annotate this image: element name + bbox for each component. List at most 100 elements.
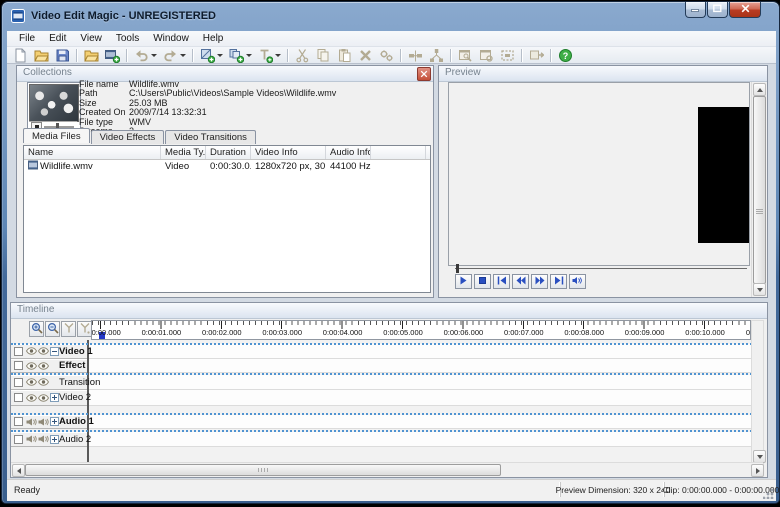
open-collection-button[interactable]	[82, 46, 101, 64]
trim-left-button[interactable]	[61, 321, 76, 337]
column-header-name[interactable]: Name	[24, 146, 161, 159]
eye-icon[interactable]	[37, 347, 49, 355]
timeline-header[interactable]: Timeline	[11, 303, 767, 319]
help-button[interactable]: ?	[556, 46, 575, 64]
scroll-thumb[interactable]	[25, 464, 501, 476]
stop-button[interactable]	[474, 274, 491, 289]
volume-button[interactable]	[569, 274, 586, 289]
speaker-icon[interactable]	[37, 435, 49, 443]
new-file-button[interactable]	[11, 46, 30, 64]
redo-button[interactable]	[161, 46, 188, 64]
track-checkbox[interactable]	[14, 361, 23, 370]
track-lane-video-1[interactable]	[89, 344, 751, 359]
transition-window-button[interactable]	[477, 46, 496, 64]
eye-icon[interactable]	[25, 378, 37, 386]
timeline-ruler[interactable]: 0:00:00.0000:00:01.0000:00:02.0000:00:03…	[91, 320, 751, 340]
menu-window[interactable]: Window	[146, 32, 196, 45]
speaker-icon[interactable]	[25, 418, 37, 426]
forward-button[interactable]	[531, 274, 548, 289]
track-expander[interactable]	[50, 393, 59, 402]
track-checkbox[interactable]	[14, 435, 23, 444]
add-media-button[interactable]	[103, 46, 122, 64]
export-button[interactable]	[527, 46, 546, 64]
menu-help[interactable]: Help	[196, 32, 231, 45]
preview-seek-slider[interactable]	[455, 268, 747, 269]
column-header-duration[interactable]: Duration	[206, 146, 251, 159]
track-header-transition[interactable]: Transition	[11, 375, 87, 390]
add-video-effect-button[interactable]	[198, 46, 225, 64]
track-lane-audio-2[interactable]	[89, 432, 751, 447]
track-header-audio-2[interactable]: Audio 2	[11, 432, 87, 447]
delete-button[interactable]	[356, 46, 375, 64]
scroll-right-arrow[interactable]	[751, 464, 764, 477]
resize-grip[interactable]	[763, 488, 774, 499]
select-region-button[interactable]	[498, 46, 517, 64]
preview-header[interactable]: Preview	[439, 66, 767, 82]
jump-end-button[interactable]	[550, 274, 567, 289]
column-header-video-info[interactable]: Video Info	[251, 146, 326, 159]
track-expander[interactable]	[50, 347, 59, 356]
column-header-audio-info[interactable]: Audio Info	[326, 146, 371, 159]
jump-start-button[interactable]	[493, 274, 510, 289]
scroll-left-arrow[interactable]	[12, 464, 25, 477]
undo-button[interactable]	[132, 46, 159, 64]
track-checkbox[interactable]	[14, 347, 23, 356]
split-clips-button[interactable]	[427, 46, 446, 64]
track-header-video-1[interactable]: Video 1	[11, 344, 87, 359]
track-header-audio-1[interactable]: Audio 1	[11, 415, 87, 429]
eye-icon[interactable]	[37, 394, 49, 402]
add-text-button[interactable]	[256, 46, 283, 64]
track-lane-audio-1[interactable]	[89, 415, 751, 429]
speaker-icon[interactable]	[25, 435, 37, 443]
scroll-down-arrow[interactable]	[753, 283, 766, 296]
track-expander[interactable]	[50, 417, 59, 426]
track-checkbox[interactable]	[14, 393, 23, 402]
track-checkbox[interactable]	[14, 417, 23, 426]
tab-video-effects[interactable]: Video Effects	[91, 130, 165, 144]
tab-media-files[interactable]: Media Files	[23, 128, 90, 143]
column-header-blank[interactable]	[371, 146, 426, 159]
preview-seek-thumb[interactable]	[456, 264, 459, 273]
eye-icon[interactable]	[37, 378, 49, 386]
play-button[interactable]	[455, 274, 472, 289]
collections-close-button[interactable]	[417, 67, 431, 81]
trim-right-button[interactable]	[77, 321, 92, 337]
gears-button[interactable]	[377, 46, 396, 64]
menu-view[interactable]: View	[73, 32, 109, 45]
rewind-button[interactable]	[512, 274, 529, 289]
timeline-vertical-scrollbar[interactable]	[751, 320, 764, 465]
cut-button[interactable]	[293, 46, 312, 64]
close-button[interactable]	[729, 2, 761, 18]
eye-icon[interactable]	[37, 362, 49, 370]
menu-edit[interactable]: Edit	[42, 32, 73, 45]
copy-button[interactable]	[314, 46, 333, 64]
open-file-button[interactable]	[32, 46, 51, 64]
track-lane-video-2[interactable]	[89, 390, 751, 406]
scroll-thumb[interactable]	[753, 96, 766, 284]
menu-tools[interactable]: Tools	[109, 32, 146, 45]
scroll-up-arrow[interactable]	[753, 83, 766, 96]
dropdown-arrow-icon[interactable]	[246, 54, 252, 57]
zoom-out-button[interactable]	[45, 321, 60, 337]
dropdown-arrow-icon[interactable]	[180, 54, 186, 57]
track-expander[interactable]	[50, 435, 59, 444]
tab-video-transitions[interactable]: Video Transitions	[165, 130, 256, 144]
track-header-effect[interactable]: Effect	[11, 359, 87, 373]
timeline-horizontal-scrollbar[interactable]	[11, 462, 763, 476]
effect-window-button[interactable]	[456, 46, 475, 64]
zoom-in-button[interactable]	[29, 321, 44, 337]
titlebar[interactable]: Video Edit Magic - UNREGISTERED	[8, 7, 773, 29]
paste-button[interactable]	[335, 46, 354, 64]
track-lane-transition[interactable]	[89, 375, 751, 390]
track-lane-effect[interactable]	[89, 359, 751, 373]
eye-icon[interactable]	[25, 347, 37, 355]
column-header-media-ty-[interactable]: Media Ty...	[161, 146, 206, 159]
dropdown-arrow-icon[interactable]	[275, 54, 281, 57]
dropdown-arrow-icon[interactable]	[217, 54, 223, 57]
track-checkbox[interactable]	[14, 378, 23, 387]
minimize-button[interactable]	[685, 2, 706, 18]
maximize-button[interactable]	[707, 2, 728, 18]
eye-icon[interactable]	[25, 362, 37, 370]
menu-file[interactable]: File	[12, 32, 42, 45]
eye-icon[interactable]	[25, 394, 37, 402]
